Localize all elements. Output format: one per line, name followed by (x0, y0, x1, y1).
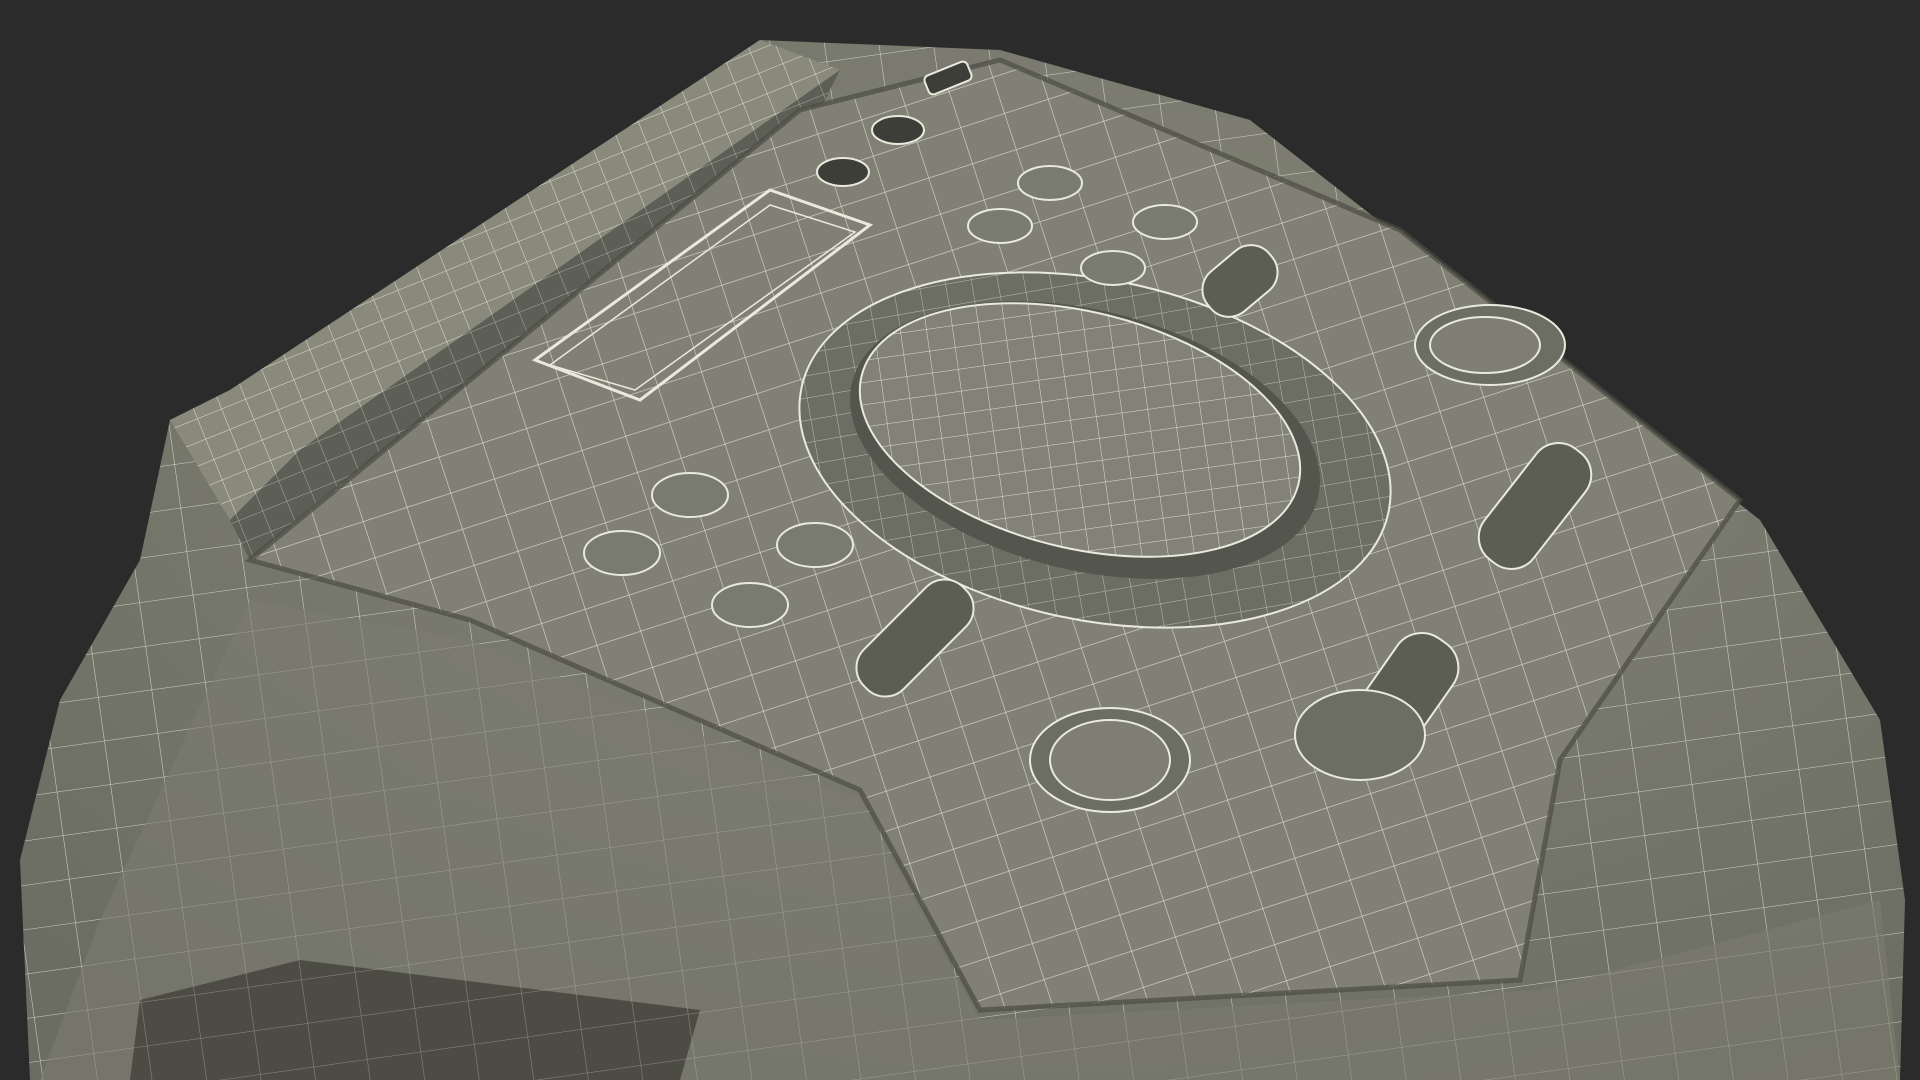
small-button[interactable] (776, 522, 854, 568)
audio-jack[interactable] (871, 115, 925, 145)
viewport (0, 0, 1920, 1080)
small-button[interactable] (1017, 165, 1083, 201)
small-button[interactable] (711, 582, 789, 628)
small-button[interactable] (1080, 250, 1146, 286)
large-button[interactable] (1049, 719, 1171, 801)
audio-jack[interactable] (816, 157, 870, 187)
large-button[interactable] (1294, 689, 1426, 781)
small-button[interactable] (967, 208, 1033, 244)
wireframe-render (20, 40, 1905, 1080)
small-button[interactable] (1132, 204, 1198, 240)
small-button[interactable] (583, 530, 661, 576)
small-button[interactable] (651, 472, 729, 518)
large-button[interactable] (1429, 316, 1541, 374)
